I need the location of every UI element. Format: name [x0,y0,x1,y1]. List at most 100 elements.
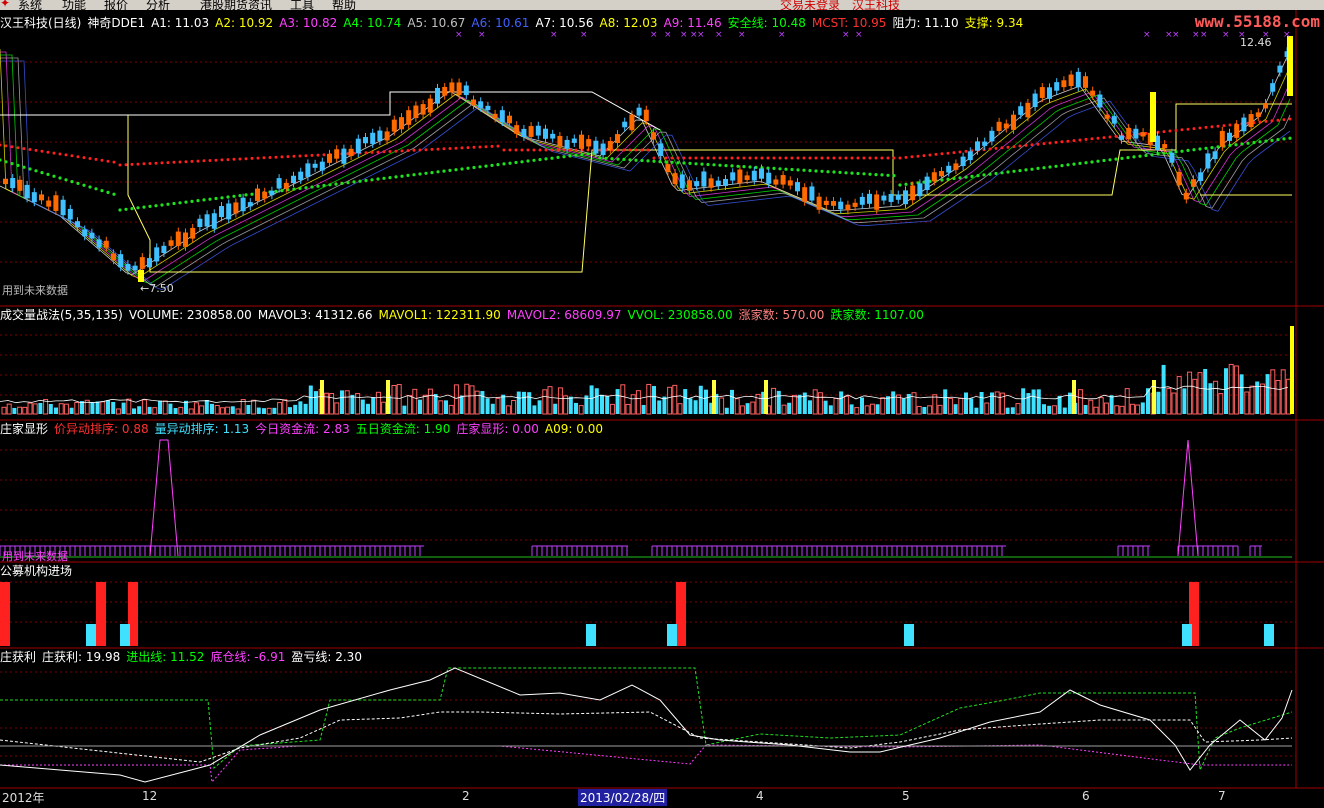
volume-bar [1192,378,1198,415]
stock-chart-canvas[interactable]: × × × × × × × × × × × × × × × × × × × × × × × [0,0,1324,808]
x-axis-cursor-date: 2013/02/28/四 [578,789,668,806]
candle-body [629,114,635,131]
candle-body [831,201,836,206]
mcst-dot [856,156,860,160]
mcst-dot [364,151,368,155]
profit-header-value: 底仓线: -6.91 [210,650,286,664]
safety-line-dot [166,202,170,206]
safety-line-dot [70,180,74,184]
candle-body [334,149,340,159]
candle-body [269,190,275,196]
safety-line-dot [670,160,674,164]
volume-bar [17,406,23,415]
safety-line-dot [1234,143,1238,147]
safety-line-dot [106,190,110,194]
mcst-dot [568,148,572,152]
low-price-label: ←7.50 [140,282,174,295]
volume-bar [1203,368,1208,414]
candle-body [924,176,930,191]
candle-body [1191,179,1196,187]
volume-bar [1098,397,1104,415]
price-header-value: MCST: 10.95 [811,16,887,30]
candle-body [514,125,520,134]
safety-line-dot [586,152,590,156]
candle-body [823,200,829,206]
mcst-dot [718,156,722,160]
safety-line-dot [184,200,188,204]
safety-line-dot [358,179,362,183]
volume-bar [828,405,833,414]
volume-bar [480,391,485,414]
safety-line-dot [688,161,692,165]
volume-bar [204,399,209,414]
safety-line-dot [856,171,860,176]
mcst-dot [448,147,452,150]
candle-body [1111,116,1117,124]
volume-bar [314,391,318,414]
safety-line-dot [610,157,614,161]
mcst-dot [1096,136,1100,140]
volume-bar [916,405,922,415]
candle-body [10,178,16,189]
candle-body [809,186,815,201]
candle-body [1263,103,1268,109]
mcst-dot [688,156,692,160]
volume-bar [953,404,958,414]
candle-body [766,172,772,184]
mcst-dot [1114,134,1118,138]
volume-bar [381,401,387,415]
candle-body [759,168,764,179]
mcst-dot [736,156,740,160]
safety-line-dot [220,196,224,200]
volume-bar [947,397,953,415]
safety-line-dot [640,158,644,163]
mcst-dot [118,163,122,167]
volume-bar [1026,393,1031,414]
mcst-dot [1060,140,1064,144]
safety-line-dot [76,181,80,185]
volume-bar [448,404,454,415]
safety-line-dot [454,168,458,172]
volume-bar [391,385,397,415]
safety-line-dot [316,184,320,188]
safety-line-dot [448,168,452,172]
safety-line-dot [682,161,686,165]
candle-body [233,202,239,214]
candle-body [1212,151,1218,160]
safety-line-dot [976,174,980,178]
safety-line-dot [1060,164,1064,168]
safety-line-dot [208,197,212,201]
price-header-value: 安全线: 10.48 [727,16,806,30]
mcst-dot [754,156,758,160]
candle-body [103,240,109,248]
volume-bar [334,402,340,415]
candle-body [1061,80,1067,88]
mcst-dot [778,156,782,160]
safety-line-dot [244,193,248,197]
candle-body [132,265,138,271]
safety-line-dot [1276,138,1280,142]
candle-body [1255,112,1261,117]
volume-bar [1083,404,1088,414]
mcst-dot [712,156,716,160]
volume-bar [771,387,777,415]
safety-line-dot [706,162,710,167]
safety-line-dot [1072,162,1076,166]
safety-line-dot [466,166,470,170]
mcst-dot [514,148,518,152]
mcst-dot [406,149,410,153]
volume-bar [141,399,147,415]
price-header-value: A4: 10.74 [343,16,402,30]
volume-bar [839,391,844,414]
candle-body [348,148,354,157]
volume-bar [1109,395,1114,414]
volume-header-value: MAVOL3: 41312.66 [257,308,373,322]
signal-marker: × [1200,30,1208,40]
price-header-value: 支撑: 9.34 [964,16,1024,30]
mcst-dot [94,157,98,161]
mcst-dot [496,144,500,148]
mcst-dot [1258,120,1262,124]
candle-body [751,170,757,181]
mcst-dot [442,147,446,151]
safety-line-dot [112,192,116,196]
